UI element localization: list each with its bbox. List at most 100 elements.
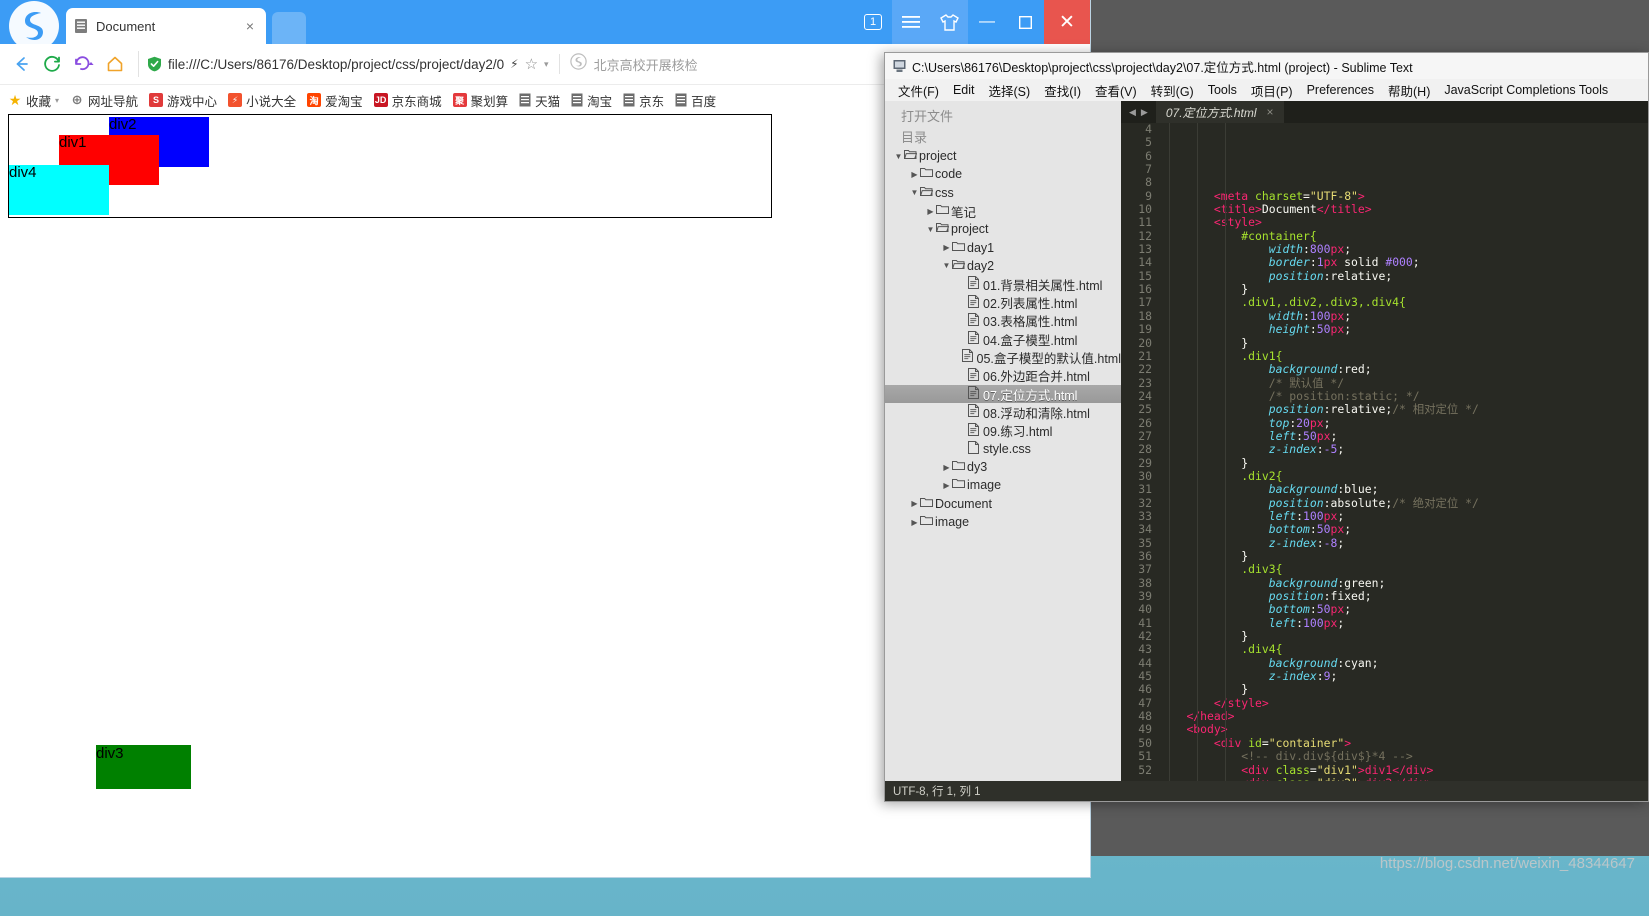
bookmark-item[interactable]: 聚聚划算 <box>452 91 508 110</box>
code-line[interactable]: .div4{ <box>1159 643 1648 656</box>
tab-nav-arrows[interactable]: ◀ ▶ <box>1121 101 1156 123</box>
editor-tab-active[interactable]: 07.定位方式.html × <box>1155 101 1284 123</box>
chevron-down-icon[interactable]: ▾ <box>55 96 59 105</box>
bookmark-item[interactable]: 淘宝 <box>571 91 612 110</box>
code-line[interactable]: .div1{ <box>1159 349 1648 363</box>
close-button[interactable]: ✕ <box>1044 0 1090 44</box>
code-line[interactable]: position:absolute;/* 绝对定位 */ <box>1159 496 1648 510</box>
chevron-down-icon[interactable]: ▼ <box>909 188 920 197</box>
code-line[interactable]: background:blue; <box>1159 483 1648 496</box>
tree-folder-row[interactable]: ▶ image <box>885 476 1121 494</box>
chevron-down-icon[interactable]: ▼ <box>893 152 904 161</box>
code-line[interactable]: background:red; <box>1159 363 1648 376</box>
code-line[interactable]: background:cyan; <box>1159 656 1648 670</box>
tree-file-row[interactable]: 03.表格属性.html <box>885 312 1121 330</box>
maximize-button[interactable] <box>1006 0 1044 44</box>
chevron-right-icon[interactable]: ▶ <box>941 463 952 472</box>
code-line[interactable]: <body> <box>1159 723 1648 736</box>
reload-icon[interactable] <box>39 50 67 78</box>
chevron-right-icon[interactable]: ▶ <box>941 243 952 252</box>
code-line[interactable]: } <box>1159 629 1648 643</box>
menu-item[interactable]: 选择(S) <box>982 79 1038 102</box>
tree-folder-row[interactable]: ▶ code <box>885 165 1121 183</box>
tree-file-row[interactable]: 09.练习.html <box>885 421 1121 439</box>
menu-item[interactable]: 转到(G) <box>1144 79 1201 102</box>
browser-tab[interactable]: Document × <box>66 8 266 44</box>
code-line[interactable]: left:50px; <box>1159 429 1648 443</box>
menu-item[interactable]: Tools <box>1201 81 1244 99</box>
code-line[interactable]: border:1px solid #000; <box>1159 256 1648 269</box>
chevron-right-icon[interactable]: ▶ <box>925 207 936 216</box>
code-line[interactable]: } <box>1159 549 1648 563</box>
tree-folder-row[interactable]: ▶ dy3 <box>885 458 1121 476</box>
menu-item[interactable]: 查看(V) <box>1088 79 1144 102</box>
chevron-right-icon[interactable]: ▶ <box>909 499 920 508</box>
menu-item[interactable]: JavaScript Completions Tools <box>1437 81 1615 99</box>
editor-tab-close-icon[interactable]: × <box>1267 105 1274 119</box>
code-area[interactable]: 4 5 6 7 8 9 10 11 12 13 14 15 16 17 18 19 20 21 22 23 24 25 26… <box>1121 122 1648 781</box>
tree-folder-row[interactable]: ▶ Document <box>885 495 1121 513</box>
code-line[interactable]: } <box>1159 683 1648 696</box>
tree-folder-row[interactable]: ▼ project <box>885 220 1121 238</box>
code-line[interactable]: top:20px; <box>1159 416 1648 430</box>
code-line[interactable]: position:fixed; <box>1159 589 1648 603</box>
chevron-right-icon[interactable]: ▶ <box>941 481 952 490</box>
bookmark-item[interactable]: 百度 <box>675 91 716 110</box>
search-input[interactable]: 北京高校开展核检 <box>594 55 698 74</box>
back-button[interactable] <box>8 50 36 78</box>
menu-item[interactable]: Preferences <box>1300 81 1381 99</box>
chevron-down-icon[interactable]: ▼ <box>941 261 952 270</box>
code-line[interactable]: height:50px; <box>1159 322 1648 336</box>
code-line[interactable]: } <box>1159 456 1648 470</box>
tree-file-row[interactable]: 06.外边距合并.html <box>885 367 1121 385</box>
code-line[interactable]: </style> <box>1159 696 1648 710</box>
code-line[interactable]: width:100px; <box>1159 309 1648 323</box>
tree-folder-row[interactable]: ▼ css <box>885 184 1121 202</box>
code-line[interactable]: /* position:static; */ <box>1159 389 1648 403</box>
menu-item[interactable]: 帮助(H) <box>1381 79 1437 102</box>
code-line[interactable]: <div id="container"> <box>1159 736 1648 750</box>
tab-count-badge[interactable]: 1 <box>854 0 892 44</box>
history-icon[interactable] <box>70 50 98 78</box>
tree-file-row[interactable]: 07.定位方式.html <box>885 384 1121 404</box>
code-line[interactable]: </head> <box>1159 709 1648 723</box>
code-line[interactable]: .div2{ <box>1159 469 1648 483</box>
code-line[interactable]: <meta charset="UTF-8"> <box>1159 189 1648 203</box>
tree-folder-row[interactable]: ▼ day2 <box>885 257 1121 275</box>
code-line[interactable]: position:relative; <box>1159 269 1648 283</box>
code-line[interactable]: z-index:9; <box>1159 669 1648 683</box>
code-line[interactable]: <!-- div.div${div$}*4 --> <box>1159 749 1648 763</box>
bookmark-item[interactable]: S 游戏中心 <box>149 91 217 110</box>
bookmark-item[interactable]: 淘爱淘宝 <box>307 91 363 110</box>
chevron-down-icon[interactable]: ▼ <box>925 225 936 234</box>
tab-prev-icon[interactable]: ◀ <box>1129 107 1136 118</box>
tab-next-icon[interactable]: ▶ <box>1141 107 1148 118</box>
home-icon[interactable] <box>101 50 129 78</box>
tree-file-row[interactable]: 05.盒子模型的默认值.html <box>885 348 1121 366</box>
code-line[interactable]: } <box>1159 282 1648 296</box>
tree-file-row[interactable]: 02.列表属性.html <box>885 293 1121 311</box>
code-line[interactable]: #container{ <box>1159 229 1648 243</box>
code-line[interactable]: .div3{ <box>1159 563 1648 576</box>
bookmark-item[interactable]: 京东 <box>623 91 664 110</box>
bookmark-item[interactable]: JD 京东商城 <box>373 91 442 110</box>
chevron-right-icon[interactable]: ▶ <box>909 518 920 527</box>
code-line[interactable]: /* 默认值 */ <box>1159 376 1648 390</box>
new-tab-button[interactable] <box>272 12 306 44</box>
bookmark-item[interactable]: ⊕ 网址导航 <box>70 91 138 110</box>
menu-icon[interactable] <box>892 0 930 44</box>
code-line[interactable]: <title>Document</title> <box>1159 202 1648 216</box>
bookmark-star-icon[interactable]: ☆ <box>525 55 538 73</box>
bookmark-item[interactable]: ⚡ 小说大全 <box>228 91 296 110</box>
tree-folder-row[interactable]: ▶ 笔记 <box>885 202 1121 220</box>
menu-item[interactable]: 项目(P) <box>1244 79 1300 102</box>
bookmark-item[interactable]: ★ 收藏 ▾ <box>8 91 59 110</box>
code-lines[interactable]: <meta charset="UTF-8"> <title>Document</… <box>1159 123 1648 781</box>
lightning-icon[interactable]: ⚡ <box>510 57 518 71</box>
code-line[interactable]: <style> <box>1159 216 1648 229</box>
menu-item[interactable]: 文件(F) <box>891 79 946 102</box>
tree-folder-row[interactable]: ▶ image <box>885 513 1121 531</box>
tree-folder-row[interactable]: ▼ project <box>885 147 1121 165</box>
tree-file-row[interactable]: style.css <box>885 440 1121 458</box>
code-line[interactable]: left:100px; <box>1159 616 1648 630</box>
